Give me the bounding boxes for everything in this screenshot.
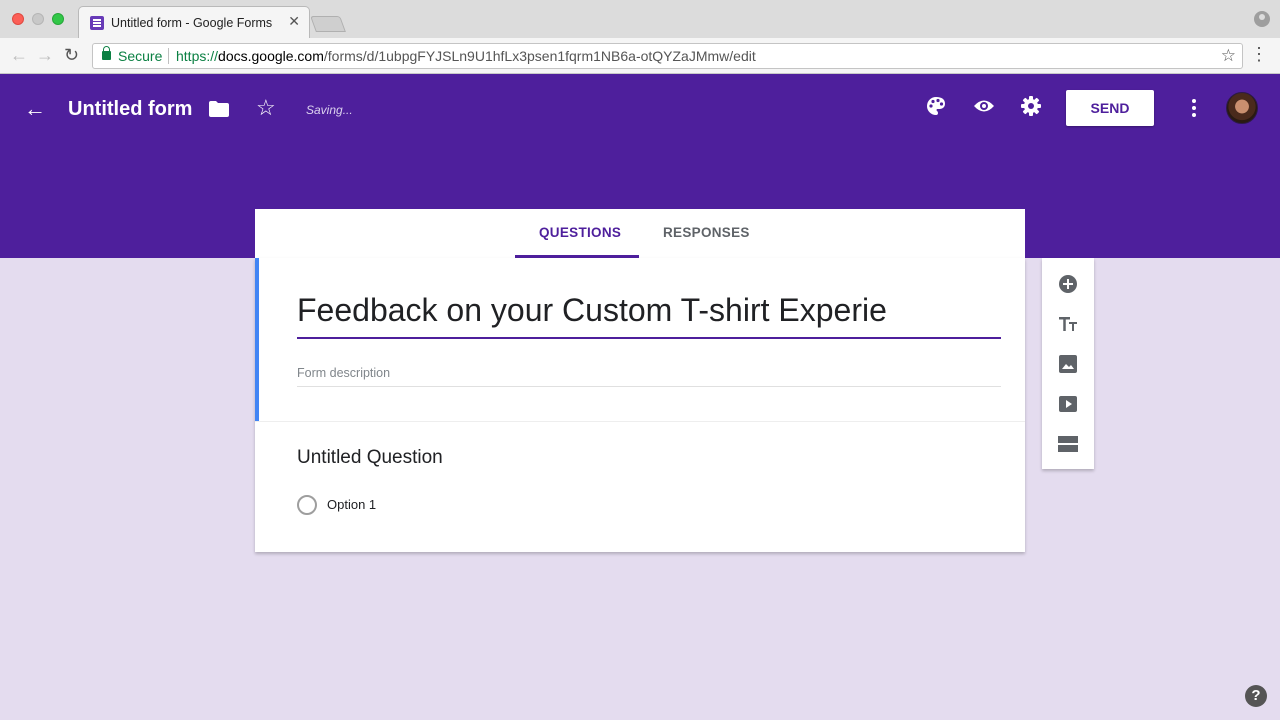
lock-icon — [102, 46, 111, 60]
new-tab-button[interactable] — [310, 16, 346, 32]
browser-tab[interactable]: Untitled form - Google Forms ✕ — [78, 6, 310, 38]
forward-arrow-icon[interactable]: → — [36, 44, 54, 66]
window-minimize-button[interactable] — [32, 13, 44, 25]
url-text[interactable]: https://docs.google.com/forms/d/1ubpgFYJ… — [176, 48, 756, 64]
palette-icon[interactable] — [926, 96, 946, 116]
user-avatar[interactable] — [1226, 92, 1258, 124]
address-separator — [168, 48, 169, 64]
browser-profile-icon[interactable] — [1254, 11, 1270, 27]
browser-tab-title: Untitled form - Google Forms — [111, 16, 273, 30]
folder-icon[interactable] — [209, 101, 229, 117]
tab-responses[interactable]: RESPONSES — [663, 225, 750, 240]
star-icon[interactable]: ☆ — [256, 95, 276, 121]
back-arrow-icon[interactable]: ← — [10, 44, 28, 66]
active-section-indicator — [255, 258, 259, 421]
add-question-icon[interactable] — [1058, 274, 1078, 294]
forms-favicon-icon — [90, 16, 104, 30]
side-toolbar — [1042, 258, 1094, 469]
reload-icon[interactable]: ↻ — [64, 44, 79, 66]
form-description-input[interactable]: Form description — [297, 366, 1001, 387]
bookmark-star-icon[interactable]: ☆ — [1221, 46, 1236, 66]
tab-questions[interactable]: QUESTIONS — [539, 225, 621, 240]
form-title-input[interactable]: Feedback on your Custom T-shirt Experie — [297, 292, 1001, 339]
secure-label: Secure — [118, 48, 163, 64]
close-tab-icon[interactable]: ✕ — [288, 13, 300, 30]
add-image-icon[interactable] — [1058, 354, 1078, 374]
form-card: Feedback on your Custom T-shirt Experie … — [255, 258, 1025, 552]
divider — [255, 421, 1025, 422]
form-name[interactable]: Untitled form — [68, 98, 192, 121]
url-host: docs.google.com — [218, 48, 324, 64]
add-title-icon[interactable] — [1058, 314, 1078, 334]
window-maximize-button[interactable] — [52, 13, 64, 25]
option-radio — [297, 495, 317, 515]
more-options-icon[interactable] — [1186, 96, 1202, 120]
back-arrow-icon[interactable]: ← — [24, 96, 46, 122]
question-title[interactable]: Untitled Question — [297, 447, 443, 469]
option-label[interactable]: Option 1 — [327, 497, 376, 512]
add-video-icon[interactable] — [1058, 394, 1078, 414]
save-status: Saving... — [306, 103, 353, 117]
browser-tab-bar: Untitled form - Google Forms ✕ — [0, 0, 1280, 38]
help-icon[interactable]: ? — [1245, 685, 1267, 707]
url-path: /forms/d/1ubpgFYJSLn9U1hfLx3psen1fqrm1NB… — [323, 48, 756, 64]
preview-eye-icon[interactable] — [973, 96, 995, 116]
browser-toolbar: ← → ↻ Secure https://docs.google.com/for… — [0, 38, 1280, 74]
url-scheme: https:// — [176, 48, 219, 64]
form-tabs: QUESTIONS RESPONSES — [255, 209, 1025, 258]
send-button[interactable]: SEND — [1066, 90, 1154, 126]
settings-gear-icon[interactable] — [1021, 96, 1041, 116]
browser-menu-icon[interactable]: ⋮ — [1250, 43, 1268, 65]
window-close-button[interactable] — [12, 13, 24, 25]
add-section-icon[interactable] — [1058, 434, 1078, 454]
address-bar[interactable]: Secure https://docs.google.com/forms/d/1… — [92, 43, 1243, 69]
